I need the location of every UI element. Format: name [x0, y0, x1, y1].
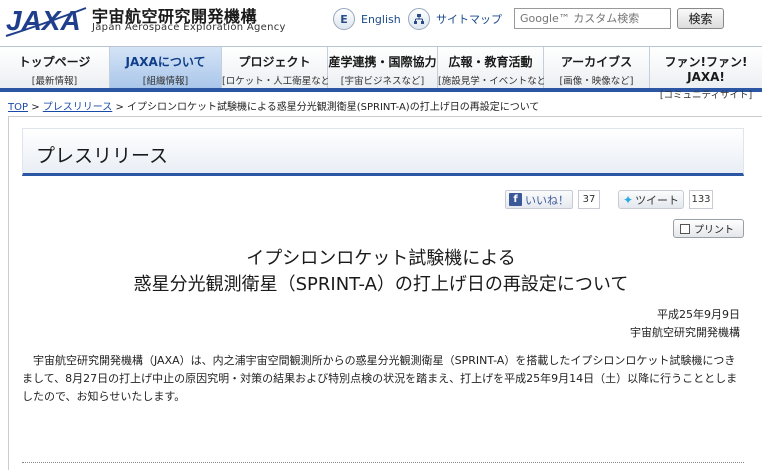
search-button[interactable]: 検索	[677, 8, 724, 29]
nav-item-sub: [施設見学・イベントなど]	[438, 76, 550, 87]
english-label: English	[361, 12, 401, 26]
sitemap-icon	[408, 8, 430, 30]
facebook-like-label: いいね！	[525, 193, 569, 207]
nav-item-projects[interactable]: プロジェクト [ロケット・人工衛星など]	[222, 47, 334, 88]
site-header: JAXA 宇宙航空研究開発機構 Japan Aerospace Explorat…	[0, 0, 762, 44]
breadcrumb-current: イプシロンロケット試験機による惑星分光観測衛星(SPRINT-A)の打上げ日の再…	[127, 102, 540, 113]
breadcrumb-press-link[interactable]: プレスリリース	[43, 102, 113, 113]
nav-item-label: プロジェクト	[238, 55, 311, 69]
facebook-like-button[interactable]: f いいね！	[505, 190, 573, 209]
section-header: プレスリリース	[22, 128, 744, 176]
breadcrumb-separator: >	[112, 102, 128, 113]
nav-item-top[interactable]: トップページ [最新情報]	[0, 47, 110, 88]
printer-icon	[680, 223, 690, 234]
logo-text: JAXA	[6, 5, 81, 36]
article-date: 平成25年9月9日	[657, 308, 740, 321]
tweet-label: ツイート	[635, 193, 680, 207]
nav-item-fanfan[interactable]: ファン!ファン! JAXA! [コミュニティサイト]	[650, 47, 762, 101]
english-icon: E	[333, 8, 355, 30]
section-title: プレスリリース	[36, 145, 169, 167]
nav-item-label: JAXAについて	[125, 55, 206, 69]
nav-item-label: 産学連携・国際協力	[328, 55, 437, 69]
article-org: 宇宙航空研究開発機構	[630, 326, 740, 339]
nav-item-sub: [ロケット・人工衛星など]	[222, 76, 334, 87]
nav-item-sub: [画像・映像など]	[559, 76, 634, 87]
nav-item-archives[interactable]: アーカイブス [画像・映像など]	[544, 47, 650, 88]
facebook-icon: f	[509, 193, 522, 206]
article-body: 宇宙航空研究開発機構（JAXA）は、内之浦宇宙空間観測所からの惑星分光観測衛星（…	[22, 354, 738, 403]
tweet-button[interactable]: ✦ ツイート	[618, 190, 684, 209]
nav-item-sub: [宇宙ビジネスなど]	[340, 76, 425, 87]
article-title-line2: 惑星分光観測衛星（SPRINT-A）の打上げ日の再設定について	[133, 274, 629, 295]
nav-item-industry[interactable]: 産学連携・国際協力 [宇宙ビジネスなど]	[328, 47, 438, 88]
facebook-like-count: 37	[578, 190, 600, 209]
sitemap-label: サイトマップ	[436, 13, 502, 26]
sitemap-link[interactable]: サイトマップ	[408, 8, 502, 30]
nav-item-pr[interactable]: 広報・教育活動 [施設見学・イベントなど]	[438, 47, 550, 88]
nav-item-label: 広報・教育活動	[448, 55, 533, 69]
english-link[interactable]: E English	[333, 8, 401, 30]
search-input[interactable]	[514, 8, 671, 29]
print-label: プリント	[694, 225, 734, 236]
nav-item-sub: [コミュニティサイト]	[659, 90, 753, 101]
twitter-bird-icon: ✦	[623, 192, 634, 207]
nav-item-sub: [組織情報]	[142, 76, 189, 87]
global-nav: トップページ [最新情報] JAXAについて [組織情報] プロジェクト [ロケ…	[0, 46, 762, 101]
breadcrumb-separator: >	[28, 102, 43, 113]
print-button[interactable]: プリント	[673, 219, 744, 238]
tweet-count: 133	[689, 190, 713, 209]
breadcrumb: TOP > プレスリリース > イプシロンロケット試験機による惑星分光観測衛星(…	[8, 98, 539, 113]
nav-item-label: アーカイブス	[560, 55, 633, 69]
breadcrumb-top-link[interactable]: TOP	[8, 102, 28, 113]
jaxa-logo[interactable]: JAXA	[4, 2, 88, 38]
org-name-en: Japan Aerospace Exploration Agency	[92, 22, 286, 33]
nav-item-label: ファン!ファン! JAXA!	[664, 55, 748, 84]
nav-item-sub: [最新情報]	[31, 76, 78, 87]
nav-item-label: トップページ	[18, 55, 91, 69]
article-title-line1: イプシロンロケット試験機による	[246, 248, 516, 269]
nav-item-about[interactable]: JAXAについて [組織情報]	[110, 47, 222, 88]
divider	[22, 462, 744, 463]
